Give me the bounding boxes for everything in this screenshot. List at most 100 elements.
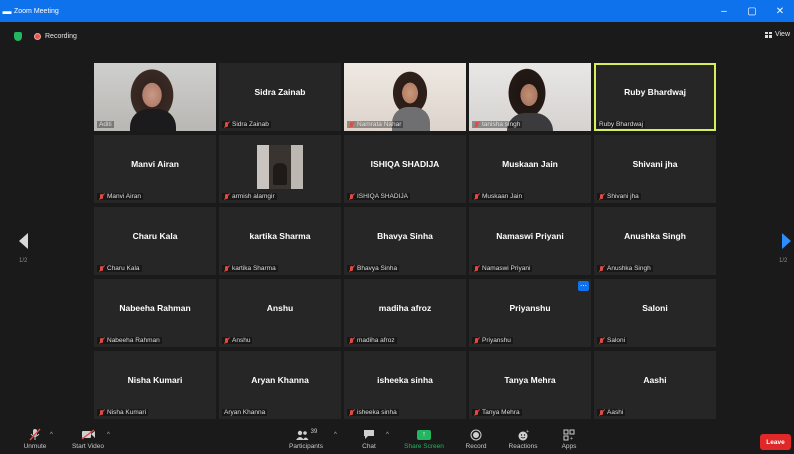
- participant-name: Anshu: [232, 337, 251, 344]
- participants-options-caret-icon[interactable]: ^: [334, 432, 337, 438]
- participant-tile[interactable]: armish alamgir: [219, 135, 341, 203]
- minimize-button[interactable]: –: [710, 0, 738, 22]
- close-button[interactable]: ✕: [766, 0, 794, 22]
- participant-name-label: Aditi: [97, 121, 114, 128]
- participant-tile[interactable]: Ruby Bhardwaj Ruby Bhardwaj: [594, 63, 716, 131]
- participant-name-label: ISHIQA SHADIJA: [347, 193, 410, 200]
- participant-tile[interactable]: Priyanshu Priyanshu ⋯: [469, 279, 591, 347]
- leave-button[interactable]: Leave: [760, 434, 791, 450]
- participant-tile[interactable]: Shivani jha Shivani jha: [594, 135, 716, 203]
- chat-button[interactable]: Chat: [356, 426, 382, 454]
- participant-display-name: madiha afroz: [378, 303, 432, 313]
- muted-mic-icon: [474, 265, 479, 272]
- recording-label[interactable]: Recording: [45, 33, 77, 40]
- participant-tile[interactable]: Sidra Zainab Sidra Zainab: [219, 63, 341, 131]
- participant-tile[interactable]: Namrata Nahar: [344, 63, 466, 131]
- participant-video-feed: [257, 145, 303, 189]
- participant-display-name: Bhavya Sinha: [377, 231, 433, 241]
- svg-text:+: +: [570, 436, 573, 441]
- participant-name: Aashi: [607, 409, 624, 416]
- chat-label: Chat: [362, 443, 376, 450]
- participant-tile[interactable]: Nisha Kumari Nisha Kumari: [94, 351, 216, 419]
- participant-name-label: madiha afroz: [347, 337, 397, 344]
- participants-label: Participants: [289, 443, 323, 450]
- participant-name-label: isheeka sinha: [347, 409, 399, 416]
- participant-display-name: Muskaan Jain: [502, 159, 558, 169]
- participant-name: Manvi Airan: [107, 193, 141, 200]
- participant-tile[interactable]: Bhavya Sinha Bhavya Sinha: [344, 207, 466, 275]
- start-video-label: Start Video: [71, 443, 105, 450]
- participant-name-label: Sidra Zainab: [222, 121, 271, 128]
- reactions-button[interactable]: + Reactions: [506, 426, 540, 454]
- next-page-arrow-icon[interactable]: [779, 232, 793, 250]
- participant-tile[interactable]: Nabeeha Rahman Nabeeha Rahman: [94, 279, 216, 347]
- record-icon: [470, 426, 482, 443]
- participant-display-name: Nisha Kumari: [127, 375, 183, 385]
- participant-tile[interactable]: isheeka sinha isheeka sinha: [344, 351, 466, 419]
- muted-mic-icon: [474, 121, 479, 128]
- window-title: Zoom Meeting: [14, 7, 59, 15]
- view-button[interactable]: View: [764, 31, 790, 38]
- muted-mic-icon: [599, 337, 604, 344]
- participant-name-label: Saloni: [597, 337, 628, 344]
- participant-display-name: Saloni: [642, 303, 668, 313]
- participant-name: kartika Sharma: [232, 265, 276, 272]
- more-options-icon[interactable]: ⋯: [578, 281, 589, 291]
- unmute-button[interactable]: Unmute: [22, 426, 48, 454]
- participant-tile[interactable]: Aryan Khanna Aryan Khanna: [219, 351, 341, 419]
- participant-name-label: Shivani jha: [597, 193, 641, 200]
- meeting-toolbar: Unmute ^ Start Video ^ 39 Participants ^…: [0, 426, 794, 454]
- participant-display-name: Shivani jha: [632, 159, 678, 169]
- muted-mic-icon: [599, 265, 604, 272]
- share-screen-button[interactable]: ↑ Share Screen: [402, 426, 446, 454]
- audio-options-caret-icon[interactable]: ^: [50, 432, 53, 438]
- unmute-label: Unmute: [23, 443, 47, 450]
- participant-name: Namaswi Priyani: [482, 265, 531, 272]
- previous-page-arrow-icon[interactable]: [17, 232, 31, 250]
- chat-options-caret-icon[interactable]: ^: [386, 432, 389, 438]
- window-titlebar: ▬ Zoom Meeting – ▢ ✕: [0, 0, 794, 22]
- participant-tile[interactable]: Muskaan Jain Muskaan Jain: [469, 135, 591, 203]
- participant-name-label: Bhavya Sinha: [347, 265, 400, 272]
- participant-tile[interactable]: Aditi: [94, 63, 216, 131]
- participant-name-label: Tanya Mehra: [472, 409, 522, 416]
- smiley-plus-icon: +: [517, 426, 530, 443]
- participant-tile[interactable]: Anushka Singh Anushka Singh: [594, 207, 716, 275]
- meeting-info-bar: Recording View: [0, 22, 794, 50]
- participant-tile[interactable]: tanisha singh: [469, 63, 591, 131]
- participant-tile[interactable]: Saloni Saloni: [594, 279, 716, 347]
- participant-tile[interactable]: madiha afroz madiha afroz: [344, 279, 466, 347]
- participant-name-label: Anshu: [222, 337, 253, 344]
- video-options-caret-icon[interactable]: ^: [107, 432, 110, 438]
- participant-name-label: kartika Sharma: [222, 265, 278, 272]
- participant-tile[interactable]: Manvi Airan Manvi Airan: [94, 135, 216, 203]
- participant-name-label: armish alamgir: [222, 193, 277, 200]
- participant-tile[interactable]: Tanya Mehra Tanya Mehra: [469, 351, 591, 419]
- muted-mic-icon: [224, 265, 229, 272]
- participant-name-label: Manvi Airan: [97, 193, 143, 200]
- participant-tile[interactable]: Aashi Aashi: [594, 351, 716, 419]
- participants-icon: [295, 430, 309, 440]
- share-screen-icon: ↑: [417, 429, 431, 440]
- participant-tile[interactable]: Charu Kala Charu Kala: [94, 207, 216, 275]
- participant-tile[interactable]: Namaswi Priyani Namaswi Priyani: [469, 207, 591, 275]
- apps-button[interactable]: + Apps: [556, 426, 582, 454]
- maximize-button[interactable]: ▢: [738, 0, 766, 22]
- participant-display-name: isheeka sinha: [377, 375, 433, 385]
- participants-button[interactable]: 39 Participants: [288, 426, 324, 454]
- participant-display-name: kartika Sharma: [249, 231, 311, 241]
- muted-mic-icon: [474, 337, 479, 344]
- participant-tile[interactable]: Anshu Anshu: [219, 279, 341, 347]
- security-shield-icon[interactable]: [14, 31, 22, 41]
- participant-tile[interactable]: kartika Sharma kartika Sharma: [219, 207, 341, 275]
- start-video-button[interactable]: Start Video: [70, 426, 106, 454]
- participant-tile[interactable]: ISHIQA SHADIJA ISHIQA SHADIJA: [344, 135, 466, 203]
- participant-display-name: Manvi Airan: [131, 159, 179, 169]
- participant-name-label: Namrata Nahar: [347, 121, 404, 128]
- record-button[interactable]: Record: [462, 426, 490, 454]
- participant-name: tanisha singh: [482, 121, 521, 128]
- participant-display-name: Charu Kala: [132, 231, 178, 241]
- participant-name-label: Priyanshu: [472, 337, 513, 344]
- muted-mic-icon: [349, 193, 354, 200]
- muted-mic-icon: [599, 193, 604, 200]
